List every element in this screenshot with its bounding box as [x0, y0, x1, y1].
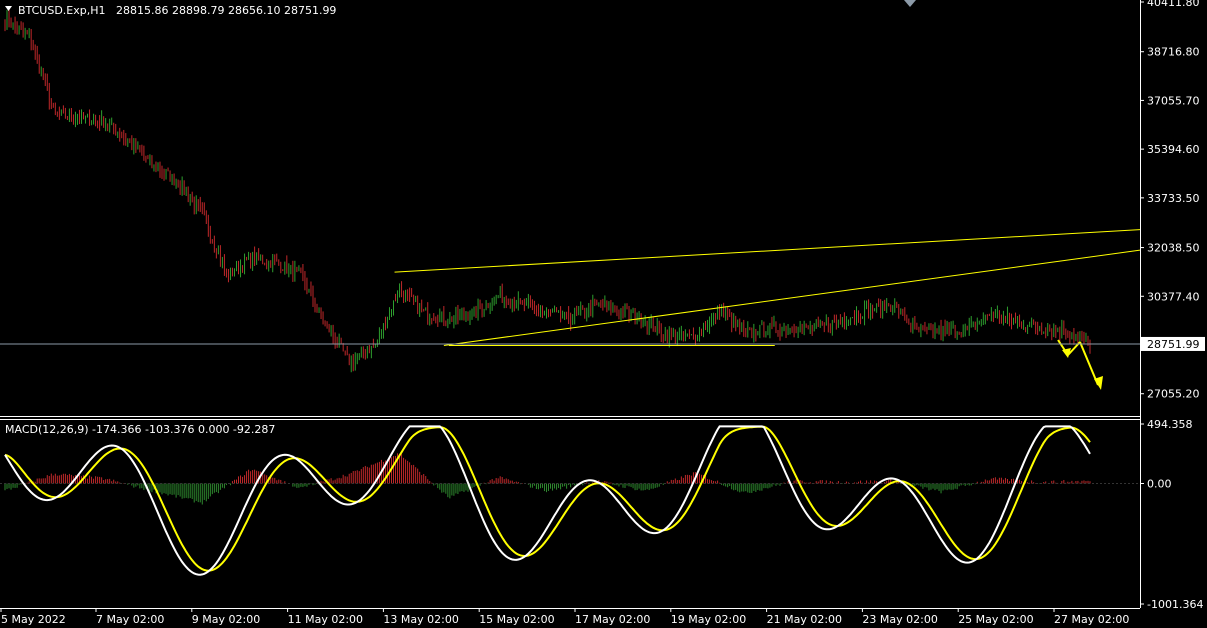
- price-label: 32038.50: [1147, 242, 1200, 255]
- price-label: 38716.80: [1147, 46, 1200, 59]
- macd-axis: 494.358 0.00 -1001.364: [1140, 418, 1203, 611]
- time-label: 11 May 02:00: [288, 613, 363, 626]
- macd-label: MACD(12,26,9) -174.366 -103.376 0.000 -9…: [5, 423, 275, 436]
- chart-symbol: BTCUSD.Exp,H1: [18, 4, 106, 17]
- price-panel[interactable]: [0, 0, 1140, 416]
- current-price-label: 28751.99: [1147, 338, 1200, 351]
- time-label: 17 May 02:00: [575, 613, 650, 626]
- time-label: 21 May 02:00: [767, 613, 842, 626]
- time-label: 5 May 2022: [1, 613, 66, 626]
- macd-panel[interactable]: [0, 420, 1140, 608]
- macd-axis-label: 494.358: [1147, 418, 1193, 431]
- time-label: 9 May 02:00: [192, 613, 260, 626]
- macd-axis-label: -1001.364: [1147, 598, 1203, 611]
- time-axis: 5 May 2022 7 May 02:00 9 May 02:00 11 May 0…: [0, 608, 1129, 626]
- time-label: 15 May 02:00: [479, 613, 554, 626]
- price-label: 35394.60: [1147, 143, 1200, 156]
- price-label: 37055.70: [1147, 94, 1200, 107]
- macd-axis-label: 0.00: [1147, 477, 1172, 490]
- time-label: 19 May 02:00: [671, 613, 746, 626]
- chart-ohlc: 28815.86 28898.79 28656.10 28751.99: [116, 4, 336, 17]
- time-label: 13 May 02:00: [383, 613, 458, 626]
- price-label: 30377.40: [1147, 290, 1200, 303]
- time-label: 27 May 02:00: [1054, 613, 1129, 626]
- price-label: 33733.50: [1147, 192, 1200, 205]
- time-label: 7 May 02:00: [96, 613, 164, 626]
- price-label: 40411.80: [1147, 0, 1200, 9]
- time-label: 25 May 02:00: [958, 613, 1033, 626]
- price-label: 27055.20: [1147, 388, 1200, 401]
- chart-root: 40411.80 38716.80 37055.70 35394.60 33733.50…: [0, 0, 1205, 626]
- time-label: 23 May 02:00: [862, 613, 937, 626]
